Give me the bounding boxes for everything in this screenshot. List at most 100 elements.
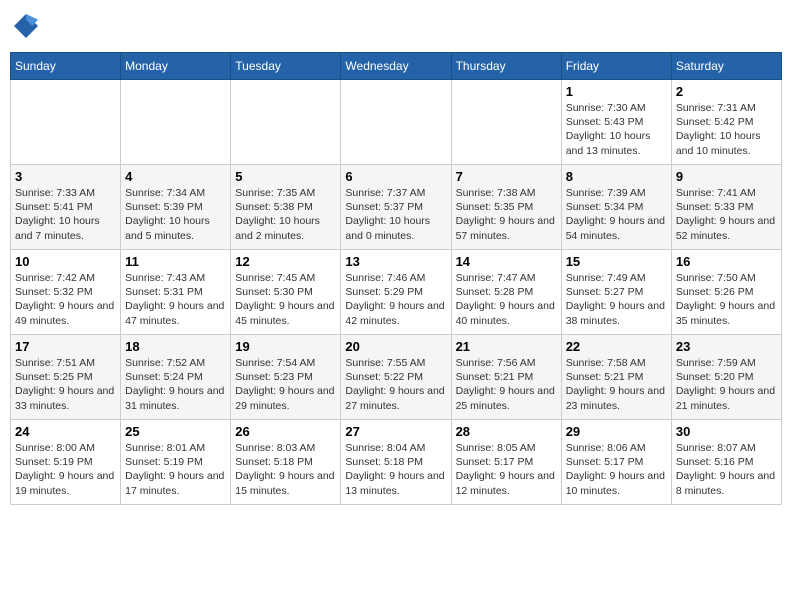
calendar-cell: 26 Sunrise: 8:03 AM Sunset: 5:18 PM Dayli…	[231, 420, 341, 505]
day-number: 22	[566, 339, 667, 354]
day-info: Sunrise: 7:54 AM Sunset: 5:23 PM Dayligh…	[235, 356, 336, 413]
day-number: 18	[125, 339, 226, 354]
calendar-cell: 23Sunrise: 7:59 AM Sunset: 5:20 PM Dayli…	[671, 335, 781, 420]
day-info: Sunrise: 7:49 AM Sunset: 5:27 PM Dayligh…	[566, 271, 667, 328]
calendar-week-row: 24 Sunrise: 8:00 AM Sunset: 5:19 PM Dayli…	[11, 420, 782, 505]
day-info: Sunrise: 7:39 AM Sunset: 5:34 PM Dayligh…	[566, 186, 667, 243]
calendar-table: SundayMondayTuesdayWednesdayThursdayFrid…	[10, 52, 782, 505]
day-number: 8	[566, 169, 667, 184]
calendar-week-row: 10 Sunrise: 7:42 AM Sunset: 5:32 PM Dayli…	[11, 250, 782, 335]
calendar-cell: 11 Sunrise: 7:43 AM Sunset: 5:31 PM Dayli…	[121, 250, 231, 335]
day-number: 1	[566, 84, 667, 99]
weekday-header: Friday	[561, 53, 671, 80]
day-number: 6	[345, 169, 446, 184]
calendar-cell: 29Sunrise: 8:06 AM Sunset: 5:17 PM Dayli…	[561, 420, 671, 505]
day-info: Sunrise: 8:05 AM Sunset: 5:17 PM Dayligh…	[456, 441, 557, 498]
logo	[10, 10, 46, 42]
logo-icon	[10, 10, 42, 42]
calendar-cell: 20 Sunrise: 7:55 AM Sunset: 5:22 PM Dayli…	[341, 335, 451, 420]
calendar-cell: 28 Sunrise: 8:05 AM Sunset: 5:17 PM Dayli…	[451, 420, 561, 505]
calendar-week-row: 3 Sunrise: 7:33 AM Sunset: 5:41 PM Daylig…	[11, 165, 782, 250]
day-number: 17	[15, 339, 116, 354]
page-header	[10, 10, 782, 42]
day-info: Sunrise: 7:55 AM Sunset: 5:22 PM Dayligh…	[345, 356, 446, 413]
calendar-cell: 4Sunrise: 7:34 AM Sunset: 5:39 PM Daylig…	[121, 165, 231, 250]
day-number: 15	[566, 254, 667, 269]
calendar-cell: 6Sunrise: 7:37 AM Sunset: 5:37 PM Daylig…	[341, 165, 451, 250]
day-info: Sunrise: 7:34 AM Sunset: 5:39 PM Dayligh…	[125, 186, 226, 243]
weekday-header: Thursday	[451, 53, 561, 80]
day-info: Sunrise: 8:01 AM Sunset: 5:19 PM Dayligh…	[125, 441, 226, 498]
weekday-header: Monday	[121, 53, 231, 80]
day-number: 26	[235, 424, 336, 439]
weekday-header: Wednesday	[341, 53, 451, 80]
calendar-cell: 30Sunrise: 8:07 AM Sunset: 5:16 PM Dayli…	[671, 420, 781, 505]
day-number: 28	[456, 424, 557, 439]
calendar-cell: 27 Sunrise: 8:04 AM Sunset: 5:18 PM Dayli…	[341, 420, 451, 505]
day-number: 23	[676, 339, 777, 354]
day-number: 20	[345, 339, 446, 354]
day-info: Sunrise: 7:58 AM Sunset: 5:21 PM Dayligh…	[566, 356, 667, 413]
day-info: Sunrise: 7:50 AM Sunset: 5:26 PM Dayligh…	[676, 271, 777, 328]
day-info: Sunrise: 7:45 AM Sunset: 5:30 PM Dayligh…	[235, 271, 336, 328]
day-info: Sunrise: 8:00 AM Sunset: 5:19 PM Dayligh…	[15, 441, 116, 498]
weekday-header: Sunday	[11, 53, 121, 80]
day-number: 16	[676, 254, 777, 269]
day-info: Sunrise: 7:42 AM Sunset: 5:32 PM Dayligh…	[15, 271, 116, 328]
day-number: 7	[456, 169, 557, 184]
day-info: Sunrise: 7:56 AM Sunset: 5:21 PM Dayligh…	[456, 356, 557, 413]
day-info: Sunrise: 7:47 AM Sunset: 5:28 PM Dayligh…	[456, 271, 557, 328]
calendar-week-row: 1Sunrise: 7:30 AM Sunset: 5:43 PM Daylig…	[11, 80, 782, 165]
day-info: Sunrise: 8:06 AM Sunset: 5:17 PM Dayligh…	[566, 441, 667, 498]
calendar-cell	[121, 80, 231, 165]
calendar-cell: 13 Sunrise: 7:46 AM Sunset: 5:29 PM Dayli…	[341, 250, 451, 335]
day-number: 5	[235, 169, 336, 184]
calendar-cell: 2 Sunrise: 7:31 AM Sunset: 5:42 PM Daylig…	[671, 80, 781, 165]
calendar-cell: 1Sunrise: 7:30 AM Sunset: 5:43 PM Daylig…	[561, 80, 671, 165]
calendar-cell: 18 Sunrise: 7:52 AM Sunset: 5:24 PM Dayli…	[121, 335, 231, 420]
weekday-header: Saturday	[671, 53, 781, 80]
day-number: 30	[676, 424, 777, 439]
calendar-cell: 19Sunrise: 7:54 AM Sunset: 5:23 PM Dayli…	[231, 335, 341, 420]
calendar-cell: 22 Sunrise: 7:58 AM Sunset: 5:21 PM Dayli…	[561, 335, 671, 420]
calendar-header: SundayMondayTuesdayWednesdayThursdayFrid…	[11, 53, 782, 80]
weekday-header-row: SundayMondayTuesdayWednesdayThursdayFrid…	[11, 53, 782, 80]
day-number: 25	[125, 424, 226, 439]
day-info: Sunrise: 7:51 AM Sunset: 5:25 PM Dayligh…	[15, 356, 116, 413]
calendar-cell: 17 Sunrise: 7:51 AM Sunset: 5:25 PM Dayli…	[11, 335, 121, 420]
day-number: 2	[676, 84, 777, 99]
calendar-body: 1Sunrise: 7:30 AM Sunset: 5:43 PM Daylig…	[11, 80, 782, 505]
day-info: Sunrise: 7:35 AM Sunset: 5:38 PM Dayligh…	[235, 186, 336, 243]
day-info: Sunrise: 7:52 AM Sunset: 5:24 PM Dayligh…	[125, 356, 226, 413]
calendar-cell	[451, 80, 561, 165]
day-info: Sunrise: 7:46 AM Sunset: 5:29 PM Dayligh…	[345, 271, 446, 328]
day-info: Sunrise: 7:31 AM Sunset: 5:42 PM Dayligh…	[676, 101, 777, 158]
calendar-cell: 16 Sunrise: 7:50 AM Sunset: 5:26 PM Dayli…	[671, 250, 781, 335]
calendar-cell: 8 Sunrise: 7:39 AM Sunset: 5:34 PM Daylig…	[561, 165, 671, 250]
calendar-cell: 21Sunrise: 7:56 AM Sunset: 5:21 PM Dayli…	[451, 335, 561, 420]
calendar-cell: 9 Sunrise: 7:41 AM Sunset: 5:33 PM Daylig…	[671, 165, 781, 250]
day-number: 11	[125, 254, 226, 269]
day-number: 3	[15, 169, 116, 184]
day-info: Sunrise: 8:04 AM Sunset: 5:18 PM Dayligh…	[345, 441, 446, 498]
calendar-cell: 5 Sunrise: 7:35 AM Sunset: 5:38 PM Daylig…	[231, 165, 341, 250]
day-number: 9	[676, 169, 777, 184]
calendar-cell: 25 Sunrise: 8:01 AM Sunset: 5:19 PM Dayli…	[121, 420, 231, 505]
day-info: Sunrise: 7:43 AM Sunset: 5:31 PM Dayligh…	[125, 271, 226, 328]
day-number: 13	[345, 254, 446, 269]
day-number: 12	[235, 254, 336, 269]
day-info: Sunrise: 7:38 AM Sunset: 5:35 PM Dayligh…	[456, 186, 557, 243]
calendar-cell: 10 Sunrise: 7:42 AM Sunset: 5:32 PM Dayli…	[11, 250, 121, 335]
day-info: Sunrise: 7:41 AM Sunset: 5:33 PM Dayligh…	[676, 186, 777, 243]
day-info: Sunrise: 8:03 AM Sunset: 5:18 PM Dayligh…	[235, 441, 336, 498]
day-number: 27	[345, 424, 446, 439]
calendar-cell: 15 Sunrise: 7:49 AM Sunset: 5:27 PM Dayli…	[561, 250, 671, 335]
calendar-cell: 12 Sunrise: 7:45 AM Sunset: 5:30 PM Dayli…	[231, 250, 341, 335]
calendar-cell: 3 Sunrise: 7:33 AM Sunset: 5:41 PM Daylig…	[11, 165, 121, 250]
day-number: 24	[15, 424, 116, 439]
calendar-cell	[341, 80, 451, 165]
day-number: 10	[15, 254, 116, 269]
calendar-cell	[11, 80, 121, 165]
calendar-cell	[231, 80, 341, 165]
day-info: Sunrise: 7:33 AM Sunset: 5:41 PM Dayligh…	[15, 186, 116, 243]
